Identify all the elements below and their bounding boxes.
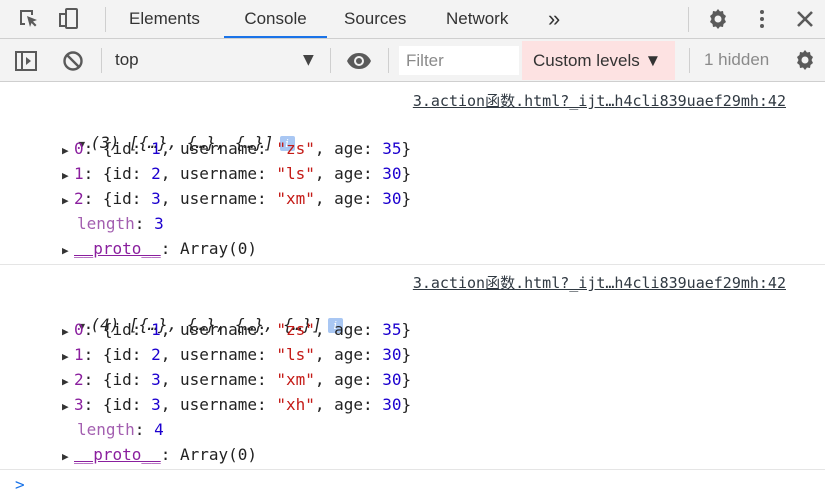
source-link[interactable]: 3.action函数.html?_ijt…h4cli839uaef29mh:42 [413, 90, 786, 111]
array-item[interactable]: ▶ 0: {id: 1, username: "zs", age: 35} [62, 320, 411, 339]
tab-divider [688, 7, 689, 32]
console-message: 3.action函数.html?_ijt…h4cli839uaef29mh:42… [0, 265, 825, 470]
tab-network[interactable]: Network [446, 0, 508, 38]
clear-console-icon[interactable] [61, 49, 85, 77]
device-toolbar-icon[interactable] [57, 7, 81, 31]
array-proto[interactable]: ▶ __proto__: Array(0) [62, 239, 257, 258]
toolbar-divider [101, 48, 102, 73]
array-length: length: 3 [77, 214, 164, 233]
array-item[interactable]: ▶ 3: {id: 3, username: "xh", age: 30} [62, 395, 411, 414]
console-prompt[interactable]: > [15, 475, 25, 494]
devtools-tab-bar: Elements Console Sources Network » [0, 0, 825, 39]
array-item[interactable]: ▶ 0: {id: 1, username: "zs", age: 35} [62, 139, 411, 158]
filter-input[interactable] [399, 46, 519, 75]
dropdown-arrow-icon[interactable]: ▼ [303, 52, 314, 68]
console-message: 3.action函数.html?_ijt…h4cli839uaef29mh:42… [0, 82, 825, 265]
array-proto[interactable]: ▶ __proto__: Array(0) [62, 445, 257, 464]
console-toolbar: top ▼ Custom levels ▼ 1 hidden [0, 39, 825, 82]
console-settings-gear-icon[interactable] [793, 48, 817, 76]
collapsed-triangle-icon[interactable]: ▶ [62, 144, 74, 157]
array-item[interactable]: ▶ 2: {id: 3, username: "xm", age: 30} [62, 189, 411, 208]
toolbar-divider [330, 48, 331, 73]
show-sidebar-icon[interactable] [14, 49, 38, 77]
collapsed-triangle-icon[interactable]: ▶ [62, 375, 74, 388]
close-icon[interactable] [793, 7, 817, 31]
array-item[interactable]: ▶ 1: {id: 2, username: "ls", age: 30} [62, 345, 411, 364]
array-item[interactable]: ▶ 2: {id: 3, username: "xm", age: 30} [62, 370, 411, 389]
more-options-icon[interactable] [750, 7, 774, 31]
live-expression-eye-icon[interactable] [346, 49, 372, 77]
settings-gear-icon[interactable] [706, 7, 730, 31]
toolbar-divider [388, 48, 389, 73]
collapsed-triangle-icon[interactable]: ▶ [62, 194, 74, 207]
collapsed-triangle-icon[interactable]: ▶ [62, 169, 74, 182]
tab-divider [105, 7, 106, 32]
tab-sources[interactable]: Sources [344, 0, 406, 38]
source-link[interactable]: 3.action函数.html?_ijt…h4cli839uaef29mh:42 [413, 272, 786, 293]
collapsed-triangle-icon[interactable]: ▶ [62, 244, 74, 257]
collapsed-triangle-icon[interactable]: ▶ [62, 325, 74, 338]
array-item[interactable]: ▶ 1: {id: 2, username: "ls", age: 30} [62, 164, 411, 183]
tab-console[interactable]: Console [224, 0, 327, 38]
collapsed-triangle-icon[interactable]: ▶ [62, 350, 74, 363]
collapsed-triangle-icon[interactable]: ▶ [62, 450, 74, 463]
toolbar-divider [689, 48, 690, 73]
log-levels-dropdown[interactable]: Custom levels ▼ [522, 41, 675, 80]
array-length: length: 4 [77, 420, 164, 439]
hidden-messages-count: 1 hidden [704, 50, 770, 69]
context-selector[interactable]: top [115, 50, 139, 70]
inspect-element-icon[interactable] [17, 7, 41, 31]
tab-elements[interactable]: Elements [129, 0, 200, 38]
collapsed-triangle-icon[interactable]: ▶ [62, 400, 74, 413]
more-tabs-button[interactable]: » [548, 0, 560, 38]
